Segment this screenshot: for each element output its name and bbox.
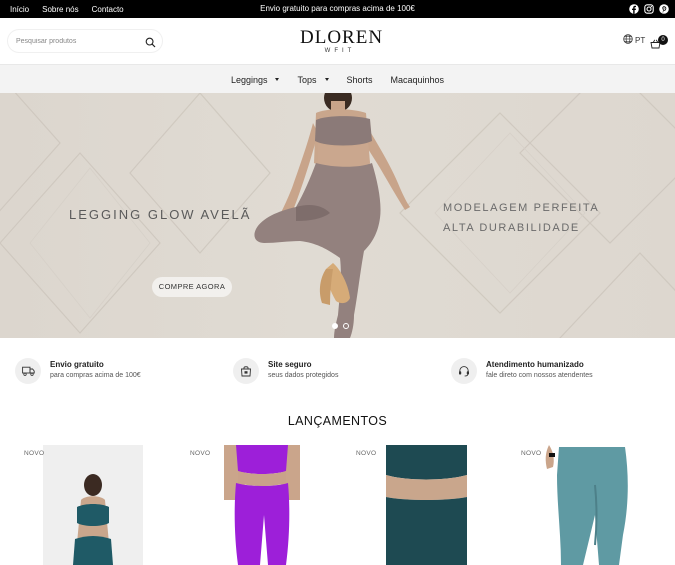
hero-subtitle-line-2: ALTA DURABILIDADE [443, 222, 580, 234]
logo-wordmark: DLOREN [300, 27, 384, 48]
carousel-dots [332, 323, 349, 329]
product-image[interactable] [545, 445, 635, 565]
product-image[interactable] [43, 445, 143, 565]
link-sobre-nos[interactable]: Sobre nós [42, 5, 78, 14]
nav-label-leggings: Leggings [230, 74, 268, 85]
nav-item-tops[interactable]: Tops [288, 75, 337, 85]
site-header: DLOREN WFIT PT 0 [0, 18, 675, 64]
feature-subtitle: para compras acima de 100€ [50, 372, 141, 379]
globe-icon [623, 34, 633, 46]
headset-icon [451, 358, 477, 384]
hero-title: LEGGING GLOW AVELÃ [69, 207, 252, 222]
cart-button[interactable]: 0 [650, 34, 670, 49]
new-badge: NOVO [356, 450, 377, 457]
instagram-icon[interactable] [644, 4, 654, 14]
product-card[interactable]: NOVO [166, 445, 331, 565]
product-card[interactable]: NOVO [497, 445, 662, 565]
features-strip: Envio gratuito para compras acima de 100… [0, 338, 675, 403]
caret-down-icon [324, 78, 329, 81]
nav-item-shorts[interactable]: Shorts [338, 75, 382, 85]
nav-label-macaquinhos: Macaquinhos [390, 74, 445, 85]
top-links: Início Sobre nós Contacto [10, 0, 124, 18]
search-input[interactable] [16, 34, 136, 48]
brand-logo[interactable]: DLOREN WFIT [300, 27, 384, 54]
product-card[interactable]: NOVO [0, 445, 165, 565]
link-inicio[interactable]: Início [10, 5, 29, 14]
hero-subtitle-line-1: MODELAGEM PERFEITA [443, 202, 600, 214]
hero-banner[interactable]: LEGGING GLOW AVELÃ MODELAGEM PERFEITA AL… [0, 93, 675, 338]
nav-item-leggings[interactable]: Leggings [222, 75, 289, 85]
nav-label-tops: Tops [297, 74, 317, 85]
language-selector[interactable]: PT [623, 34, 645, 46]
language-label: PT [635, 35, 646, 45]
nav-label-shorts: Shorts [346, 74, 373, 85]
feature-title: Atendimento humanizado [486, 360, 584, 369]
new-badge: NOVO [190, 450, 211, 457]
feature-subtitle: seus dados protegidos [268, 372, 339, 379]
logo-subtitle: WFIT [324, 48, 356, 54]
search-box [8, 30, 162, 52]
cart-count-badge: 0 [658, 35, 668, 45]
section-title-new-arrivals: LANÇAMENTOS [287, 414, 388, 428]
feature-subtitle: fale direto com nossos atendentes [486, 372, 593, 379]
feature-title: Site seguro [268, 360, 312, 369]
product-image[interactable] [386, 445, 467, 565]
nav-item-macaquinhos[interactable]: Macaquinhos [382, 75, 454, 85]
product-card[interactable]: NOVO [332, 445, 497, 565]
social-links [629, 4, 669, 14]
pinterest-icon[interactable] [659, 4, 669, 14]
feature-title: Envio gratuito [50, 360, 104, 369]
caret-down-icon [275, 78, 280, 81]
carousel-dot-1[interactable] [332, 323, 338, 329]
new-badge: NOVO [24, 450, 45, 457]
hero-subtitle: MODELAGEM PERFEITA ALTA DURABILIDADE [443, 198, 599, 238]
search-icon[interactable] [145, 35, 156, 48]
product-image[interactable] [224, 445, 300, 565]
shop-now-button[interactable]: COMPRE AGORA [152, 277, 232, 297]
facebook-icon[interactable] [629, 4, 639, 14]
link-contacto[interactable]: Contacto [92, 5, 124, 14]
main-nav: Leggings Tops Shorts Macaquinhos [0, 64, 675, 93]
new-badge: NOVO [521, 450, 542, 457]
truck-icon [15, 358, 41, 384]
lock-bag-icon [233, 358, 259, 384]
carousel-dot-2[interactable] [343, 323, 349, 329]
top-bar: Envio gratuito para compras acima de 100… [0, 0, 675, 18]
